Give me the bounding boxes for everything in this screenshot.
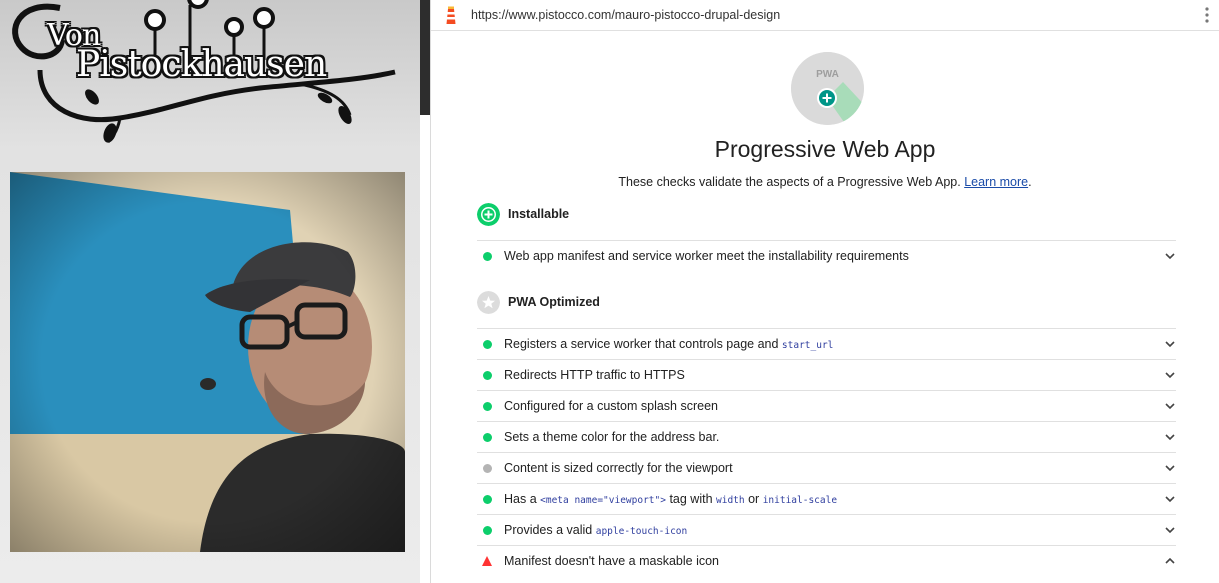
more-vert-icon[interactable]: [1205, 6, 1209, 24]
group-title-installable: Installable: [508, 207, 570, 221]
audit-text: Provides a valid: [504, 523, 596, 537]
audit-text: or: [744, 492, 763, 506]
site-logo[interactable]: Von Pistockhausen: [0, 0, 420, 160]
audit-row[interactable]: Provides a valid apple-touch-icon: [477, 514, 1176, 545]
audit-text: Content is sized correctly for the viewp…: [504, 461, 733, 475]
audit-text: Registers a service worker that controls…: [504, 337, 782, 351]
group-title-optimized: PWA Optimized: [508, 295, 600, 309]
audit-status: [482, 556, 492, 566]
audit-label: Configured for a custom splash screen: [504, 399, 718, 413]
audit-status: [483, 371, 492, 380]
audit-label: Content is sized correctly for the viewp…: [504, 461, 733, 475]
audit-row[interactable]: Web app manifest and service worker meet…: [477, 240, 1176, 271]
audit-row[interactable]: Redirects HTTP traffic to HTTPS: [477, 359, 1176, 390]
audit-row[interactable]: Content is sized correctly for the viewp…: [477, 452, 1176, 483]
audit-status: [483, 433, 492, 442]
audit-label: Manifest doesn't have a maskable icon: [504, 554, 719, 568]
optimized-star-icon: [477, 291, 500, 314]
group-optimized: PWA Optimized: [477, 291, 1177, 315]
category-description-text: These checks validate the aspects of a P…: [618, 175, 961, 189]
audit-label: Has a <meta name="viewport"> tag with wi…: [504, 492, 837, 506]
chevron-down-icon[interactable]: [1164, 524, 1176, 536]
audit-status: [483, 495, 492, 504]
audit-label: Redirects HTTP traffic to HTTPS: [504, 368, 685, 382]
category-title: Progressive Web App: [714, 136, 936, 162]
audit-label: Provides a valid apple-touch-icon: [504, 523, 687, 537]
audit-row[interactable]: Sets a theme color for the address bar.: [477, 421, 1176, 452]
audit-status: [483, 340, 492, 349]
audit-code-text: initial-scale: [762, 495, 838, 506]
audit-text: Sets a theme color for the address bar.: [504, 430, 720, 444]
audit-code-text: <meta name="viewport">: [540, 495, 666, 506]
audit-row[interactable]: Has a <meta name="viewport"> tag with wi…: [477, 483, 1176, 514]
group-installable: Installable: [477, 203, 1177, 227]
audit-label: Web app manifest and service worker meet…: [504, 249, 909, 263]
chevron-down-icon[interactable]: [1164, 400, 1176, 412]
audit-row[interactable]: Registers a service worker that controls…: [477, 328, 1176, 359]
chevron-down-icon[interactable]: [1164, 250, 1176, 262]
profile-photo-illustration: [10, 172, 405, 552]
audit-text: Manifest doesn't have a maskable icon: [504, 554, 720, 568]
audit-text: Has a: [504, 492, 541, 506]
chevron-up-icon[interactable]: [1164, 555, 1176, 567]
audit-text: Redirects HTTP traffic to HTTPS: [504, 368, 685, 382]
audit-status: [483, 252, 492, 261]
audit-row[interactable]: Configured for a custom splash screen: [477, 390, 1176, 421]
audit-code-text: start_url: [781, 340, 834, 351]
chevron-down-icon[interactable]: [1164, 493, 1176, 505]
learn-more-suffix: .: [1028, 175, 1032, 189]
audit-label: Registers a service worker that controls…: [504, 337, 833, 351]
audit-status: [483, 402, 492, 411]
audit-text: Configured for a custom splash screen: [504, 399, 718, 413]
category-description: These checks validate the aspects of a P…: [431, 175, 1219, 189]
logo-text-name: Pistockhausen: [76, 44, 327, 85]
url-bar[interactable]: https://www.pistocco.com/mauro-pistocco-…: [431, 0, 1219, 31]
audit-status: [483, 526, 492, 535]
lighthouse-report-pane: https://www.pistocco.com/mauro-pistocco-…: [431, 0, 1219, 583]
audit-text: tag with: [665, 492, 717, 506]
pwa-badge-icon: PWA: [791, 52, 864, 125]
audit-code-text: apple-touch-icon: [595, 526, 688, 537]
url-text[interactable]: https://www.pistocco.com/mauro-pistocco-…: [471, 8, 780, 22]
chevron-down-icon[interactable]: [1164, 462, 1176, 474]
pwa-badge-text: PWA: [816, 69, 839, 80]
learn-more-link[interactable]: Learn more: [964, 175, 1028, 189]
dark-edge-strip: [420, 0, 430, 115]
audit-status: [483, 464, 492, 473]
audit-label: Sets a theme color for the address bar.: [504, 430, 719, 444]
chevron-down-icon[interactable]: [1164, 369, 1176, 381]
chevron-down-icon[interactable]: [1164, 338, 1176, 350]
installable-plus-icon: [477, 203, 500, 226]
audit-code-text: width: [716, 495, 745, 506]
audit-text: Web app manifest and service worker meet…: [504, 249, 909, 263]
audit-row[interactable]: Manifest doesn't have a maskable icon: [477, 545, 1176, 576]
chevron-down-icon[interactable]: [1164, 431, 1176, 443]
website-pane: Von Pistockhausen: [0, 0, 420, 583]
lighthouse-icon: [446, 6, 456, 24]
profile-photo: [10, 172, 405, 552]
